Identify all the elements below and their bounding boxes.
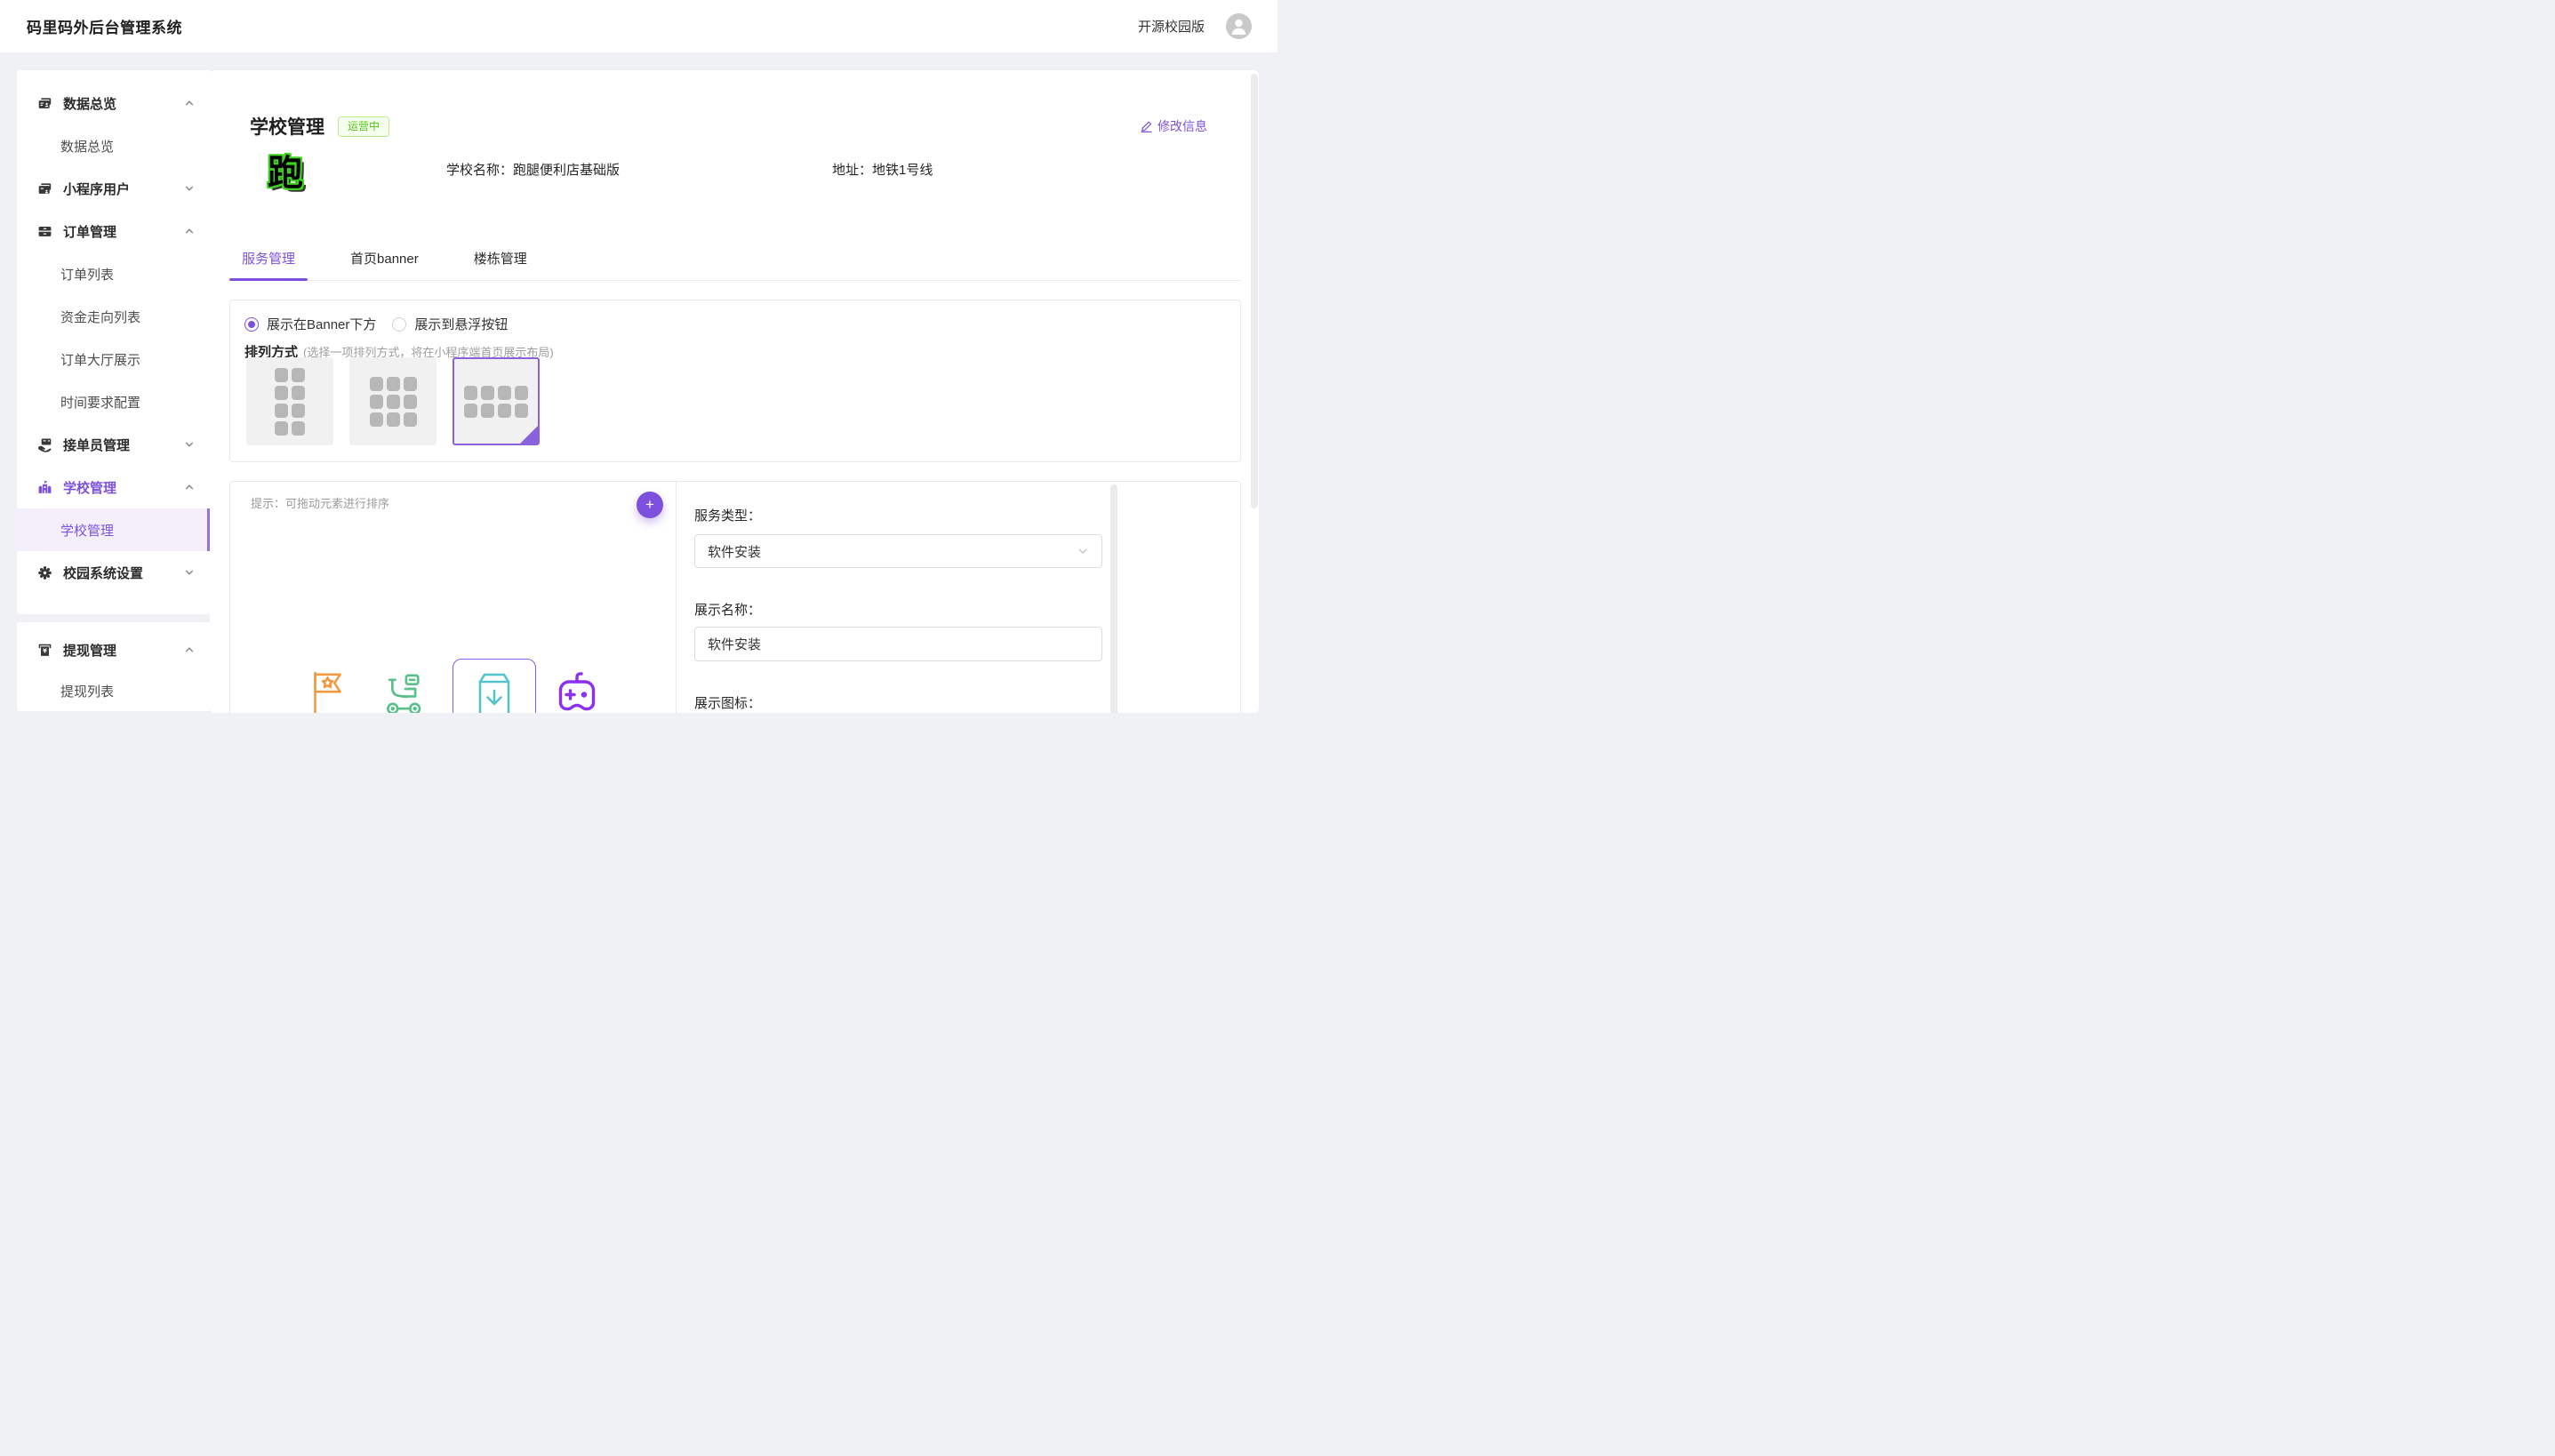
sidebar-item[interactable]: 小程序用户 [17, 167, 211, 210]
sidebar-main: 数据总览 数据总览 小程序用户 订单管理 订单列表 [17, 70, 211, 614]
sidebar-item[interactable]: 校园系统设置 [17, 551, 211, 594]
person-icon [1226, 13, 1252, 39]
sidebar-item[interactable]: 订单管理 [17, 210, 211, 252]
main-scrollbar[interactable] [1251, 74, 1258, 508]
service-icon-item[interactable] [556, 670, 598, 713]
chevron-up-icon [184, 98, 195, 108]
layout-grid-preview [370, 377, 417, 427]
service-form-pane: 服务类型： 软件安装 展示名称： 软件安装 展示图标： [677, 482, 1240, 713]
app-header: 码里码外后台管理系统 开源校园版 [0, 0, 1278, 52]
service-type-select[interactable]: 软件安装 [694, 534, 1102, 568]
service-editor: 提示：可拖动元素进行排序 + 服务类型： 软件安装 [229, 481, 1241, 713]
sidebar-item[interactable]: 资金走向列表 [17, 295, 211, 338]
chevron-up-icon [184, 226, 195, 236]
layout-option-card[interactable] [453, 357, 540, 445]
layout-grid-preview [464, 386, 528, 418]
sidebar-item[interactable]: 提现列表 [17, 670, 211, 711]
tab[interactable]: 服务管理 [229, 236, 308, 280]
main-panel: 学校管理 运营中 修改信息 跑 学校名称：跑腿便利店基础版 地址：地铁1号线 服… [210, 70, 1259, 713]
chevron-down-icon [184, 183, 195, 194]
tab[interactable]: 首页banner [338, 236, 431, 280]
data-overview-icon [37, 96, 52, 111]
service-icon-list [230, 482, 676, 713]
service-type-label: 服务类型： [694, 506, 761, 524]
display-icon-label: 展示图标： [694, 693, 761, 712]
service-icon-item[interactable] [453, 659, 536, 713]
settings-gear-icon [37, 565, 52, 580]
service-icon-item[interactable] [308, 669, 350, 713]
school-logo: 跑 [261, 149, 309, 197]
sidebar-withdraw: ¥ 提现管理 提现列表 [17, 622, 211, 711]
display-position-radios: 展示在Banner下方 展示到悬浮按钮 [244, 315, 524, 333]
service-sort-pane: 提示：可拖动元素进行排序 + [230, 482, 677, 713]
sidebar-item[interactable]: 接单员管理 [17, 423, 211, 466]
user-avatar[interactable] [1226, 13, 1252, 39]
radio-dot [392, 317, 406, 332]
chevron-up-icon [184, 644, 195, 655]
status-badge: 运营中 [338, 116, 389, 137]
sidebar-item[interactable]: 数据总览 [17, 124, 211, 167]
layout-options [246, 357, 540, 445]
sidebar-item[interactable]: 时间要求配置 [17, 380, 211, 423]
orders-icon [37, 224, 52, 239]
withdraw-icon: ¥ [37, 643, 52, 658]
sidebar-item[interactable]: 学校管理 [17, 508, 211, 551]
page-title: 学校管理 [250, 113, 324, 140]
chevron-down-icon [1077, 545, 1089, 557]
chevron-up-icon [184, 482, 195, 492]
form-pane-scrollbar[interactable] [1110, 484, 1117, 713]
display-name-input[interactable]: 软件安装 [694, 627, 1102, 661]
app-title: 码里码外后台管理系统 [27, 15, 182, 37]
layout-grid-preview [275, 368, 305, 436]
layout-option-card[interactable] [349, 357, 437, 445]
service-display-options: 展示在Banner下方 展示到悬浮按钮 排列方式 (选择一项排列方式，将在小程序… [229, 300, 1241, 462]
tab[interactable]: 楼栋管理 [461, 236, 540, 280]
box-download-icon [474, 669, 515, 713]
svg-text:¥: ¥ [43, 647, 47, 654]
delivery-scooter-icon [384, 712, 427, 713]
edit-info-link[interactable]: 修改信息 [1140, 117, 1207, 135]
school-address: 地址：地铁1号线 [832, 148, 933, 194]
tab-bar: 服务管理首页banner 楼栋管理 [229, 236, 1241, 281]
service-icon-item[interactable] [384, 668, 427, 713]
school-name: 学校名称：跑腿便利店基础版 [446, 148, 620, 194]
chevron-down-icon [184, 567, 195, 578]
display-name-label: 展示名称： [694, 600, 761, 619]
radio-dot [244, 317, 259, 332]
sidebar-item[interactable]: 订单列表 [17, 252, 211, 295]
school-icon [37, 480, 52, 495]
sidebar-item[interactable]: 学校管理 [17, 466, 211, 508]
edition-label: 开源校园版 [1138, 17, 1205, 36]
chevron-down-icon [184, 439, 195, 450]
sidebar-item[interactable]: 订单大厅展示 [17, 338, 211, 380]
sidebar-item[interactable]: 数据总览 [17, 82, 211, 124]
couriers-icon [37, 437, 52, 452]
radio-option[interactable]: 展示到悬浮按钮 [392, 315, 508, 333]
radio-option[interactable]: 展示在Banner下方 [244, 315, 376, 333]
sidebar-item[interactable]: ¥ 提现管理 [17, 629, 211, 670]
layout-option-card[interactable] [246, 357, 333, 445]
miniprogram-users-icon [37, 181, 52, 196]
pencil-icon [1140, 120, 1153, 133]
